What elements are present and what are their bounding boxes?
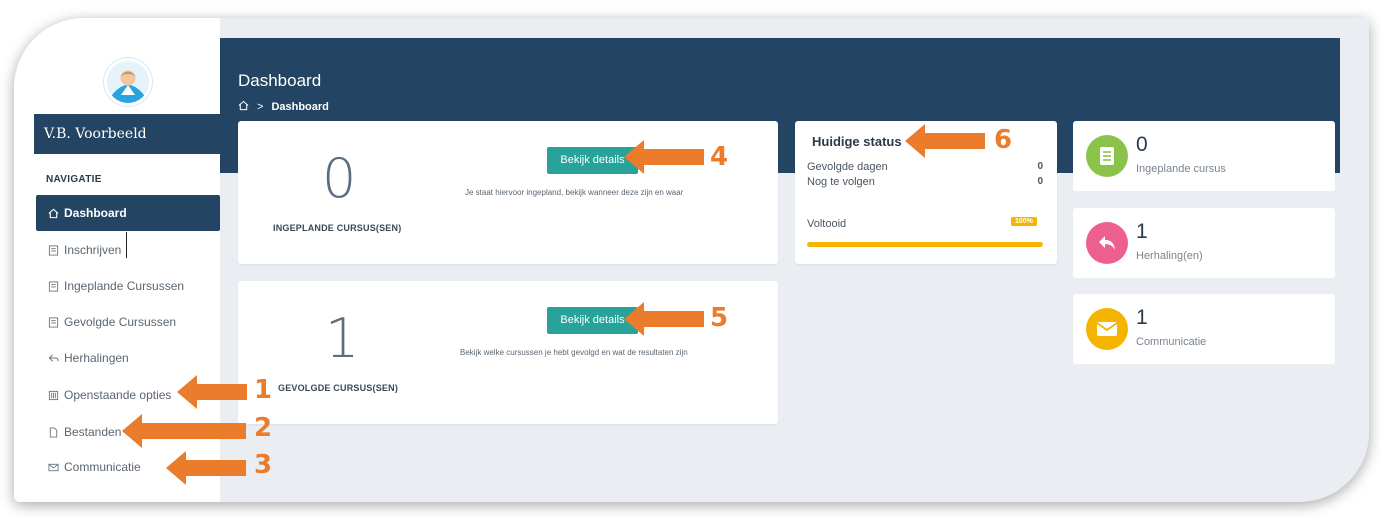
stat-value: 1 [1136,306,1148,329]
page-title: Dashboard [238,71,322,90]
annotation-arrow-icon [624,140,704,174]
stat-card-herhalingen[interactable]: 1 Herhaling(en) [1073,208,1335,278]
sidebar-item-label: Gevolgde Cursussen [64,315,177,329]
breadcrumb-separator: > [257,101,264,113]
mail-icon [1086,308,1128,350]
book-icon [1086,135,1128,177]
breadcrumb-current: Dashboard [271,101,329,113]
annotation-number: 1 [254,375,273,405]
screenshot-frame: V.B. Voorbeeld NAVIGATIE Dashboard Insch… [14,18,1369,502]
followed-label: GEVOLGDE CURSUS(SEN) [278,383,399,393]
annotation-number: 5 [710,303,729,333]
sidebar-item-label: Inschrijven [64,243,122,257]
annotation-number: 3 [254,450,273,480]
reply-icon [48,353,59,364]
annotation-number: 2 [254,413,273,443]
user-avatar-icon [107,61,149,103]
file-icon [48,426,59,438]
annotation-arrow-icon [905,124,985,158]
stat-card-ingeplande[interactable]: 0 Ingeplande cursus [1073,121,1335,191]
sidebar-item-label: Bestanden [64,425,122,439]
status-row: Nog te volgen 0 [807,176,1043,188]
annotation-arrow-icon [624,302,704,336]
stat-value: 0 [1136,133,1148,156]
status-row-value: 0 [1037,176,1043,187]
home-icon[interactable] [238,100,249,114]
planned-count: 0 [322,147,357,210]
sidebar-item-label: Herhalingen [64,351,129,365]
sidebar-item-label: Openstaande opties [64,388,172,402]
nav-title: NAVIGATIE [46,174,102,185]
progress-label: Voltooid [807,218,847,230]
stat-label: Herhaling(en) [1136,250,1203,262]
status-row-label: Gevolgde dagen [807,161,888,173]
annotation-arrow-icon [177,375,247,409]
stat-label: Ingeplande cursus [1136,163,1226,175]
book-icon [48,244,59,256]
status-row-label: Nog te volgen [807,176,875,188]
book-icon [48,280,59,292]
progress-bar [807,242,1043,247]
progress-fill [807,242,1043,247]
sidebar-item-label: Ingeplande Cursussen [64,279,185,293]
planned-label: INGEPLANDE CURSUS(SEN) [273,223,402,233]
mail-icon [48,462,59,473]
user-name: V.B. Voorbeeld [34,114,220,154]
status-title: Huidige status [812,134,902,149]
main-content: Dashboard > Dashboard 0 INGEPLANDE CURSU… [220,18,1369,502]
stat-value: 1 [1136,220,1148,243]
annotation-number: 6 [994,125,1013,155]
text-cursor [126,232,127,258]
annotation-arrow-icon [166,451,246,485]
planned-description: Je staat hiervoor ingepland, bekijk wann… [465,188,684,197]
home-icon [48,208,59,219]
progress-badge: 100% [1011,217,1037,226]
sidebar-item-dashboard[interactable]: Dashboard [36,195,220,231]
sidebar-item-ingeplande-cursussen[interactable]: Ingeplande Cursussen [36,268,220,304]
sidebar-item-label: Communicatie [64,460,141,474]
book-icon [48,316,59,328]
sidebar-item-gevolgde-cursussen[interactable]: Gevolgde Cursussen [36,304,220,340]
annotation-arrow-icon [122,414,246,448]
avatar[interactable] [104,58,152,106]
status-row-value: 0 [1037,161,1043,172]
stat-label: Communicatie [1136,336,1207,348]
reply-icon [1086,222,1128,264]
followed-count: 1 [325,307,360,370]
followed-description: Bekijk welke cursussen je hebt gevolgd e… [460,348,688,357]
sidebar-item-herhalingen[interactable]: Herhalingen [36,340,220,376]
list-icon [48,390,59,401]
stat-card-communicatie[interactable]: 1 Communicatie [1073,294,1335,364]
sidebar-item-inschrijven[interactable]: Inschrijven [36,232,220,268]
annotation-number: 4 [710,142,729,172]
sidebar-item-label: Dashboard [64,206,127,220]
status-row: Gevolgde dagen 0 [807,161,1043,173]
breadcrumb: > Dashboard [238,100,329,114]
